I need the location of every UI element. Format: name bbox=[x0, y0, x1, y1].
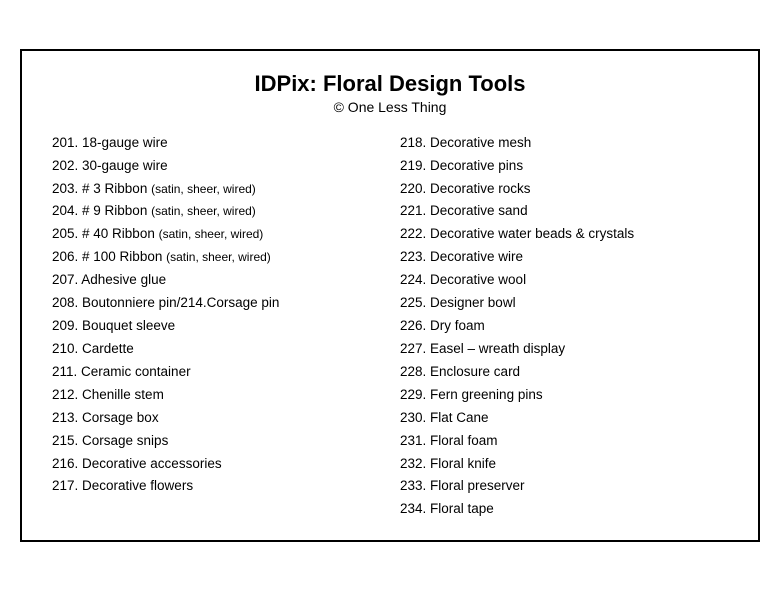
list-item: 201. 18-gauge wire bbox=[52, 133, 380, 154]
page-title: IDPix: Floral Design Tools bbox=[52, 71, 728, 97]
list-item: 220. Decorative rocks bbox=[400, 179, 728, 200]
list-item: 223. Decorative wire bbox=[400, 247, 728, 268]
list-item: 227. Easel – wreath display bbox=[400, 339, 728, 360]
page-container: IDPix: Floral Design Tools © One Less Th… bbox=[20, 49, 760, 543]
right-column: 218. Decorative mesh219. Decorative pins… bbox=[400, 133, 728, 521]
list-item: 231. Floral foam bbox=[400, 431, 728, 452]
list-item: 211. Ceramic container bbox=[52, 362, 380, 383]
list-item: 205. # 40 Ribbon (satin, sheer, wired) bbox=[52, 224, 380, 245]
list-item: 213. Corsage box bbox=[52, 408, 380, 429]
list-item: 230. Flat Cane bbox=[400, 408, 728, 429]
page-subtitle: © One Less Thing bbox=[52, 99, 728, 115]
content-area: 201. 18-gauge wire202. 30-gauge wire203.… bbox=[52, 133, 728, 521]
list-item: 212. Chenille stem bbox=[52, 385, 380, 406]
list-item: 217. Decorative flowers bbox=[52, 476, 380, 497]
list-item: 204. # 9 Ribbon (satin, sheer, wired) bbox=[52, 201, 380, 222]
list-item: 218. Decorative mesh bbox=[400, 133, 728, 154]
list-item: 226. Dry foam bbox=[400, 316, 728, 337]
list-item: 224. Decorative wool bbox=[400, 270, 728, 291]
list-item: 219. Decorative pins bbox=[400, 156, 728, 177]
list-item: 234. Floral tape bbox=[400, 499, 728, 520]
list-item: 233. Floral preserver bbox=[400, 476, 728, 497]
list-item: 225. Designer bowl bbox=[400, 293, 728, 314]
list-item: 202. 30-gauge wire bbox=[52, 156, 380, 177]
list-item: 229. Fern greening pins bbox=[400, 385, 728, 406]
list-item: 206. # 100 Ribbon (satin, sheer, wired) bbox=[52, 247, 380, 268]
list-item: 208. Boutonniere pin/214.Corsage pin bbox=[52, 293, 380, 314]
list-item: 222. Decorative water beads & crystals bbox=[400, 224, 728, 245]
header: IDPix: Floral Design Tools © One Less Th… bbox=[52, 71, 728, 115]
left-column: 201. 18-gauge wire202. 30-gauge wire203.… bbox=[52, 133, 380, 521]
list-item: 221. Decorative sand bbox=[400, 201, 728, 222]
list-item: 207. Adhesive glue bbox=[52, 270, 380, 291]
list-item: 209. Bouquet sleeve bbox=[52, 316, 380, 337]
list-item: 203. # 3 Ribbon (satin, sheer, wired) bbox=[52, 179, 380, 200]
list-item: 216. Decorative accessories bbox=[52, 454, 380, 475]
list-item: 228. Enclosure card bbox=[400, 362, 728, 383]
list-item: 210. Cardette bbox=[52, 339, 380, 360]
list-item: 232. Floral knife bbox=[400, 454, 728, 475]
list-item: 215. Corsage snips bbox=[52, 431, 380, 452]
